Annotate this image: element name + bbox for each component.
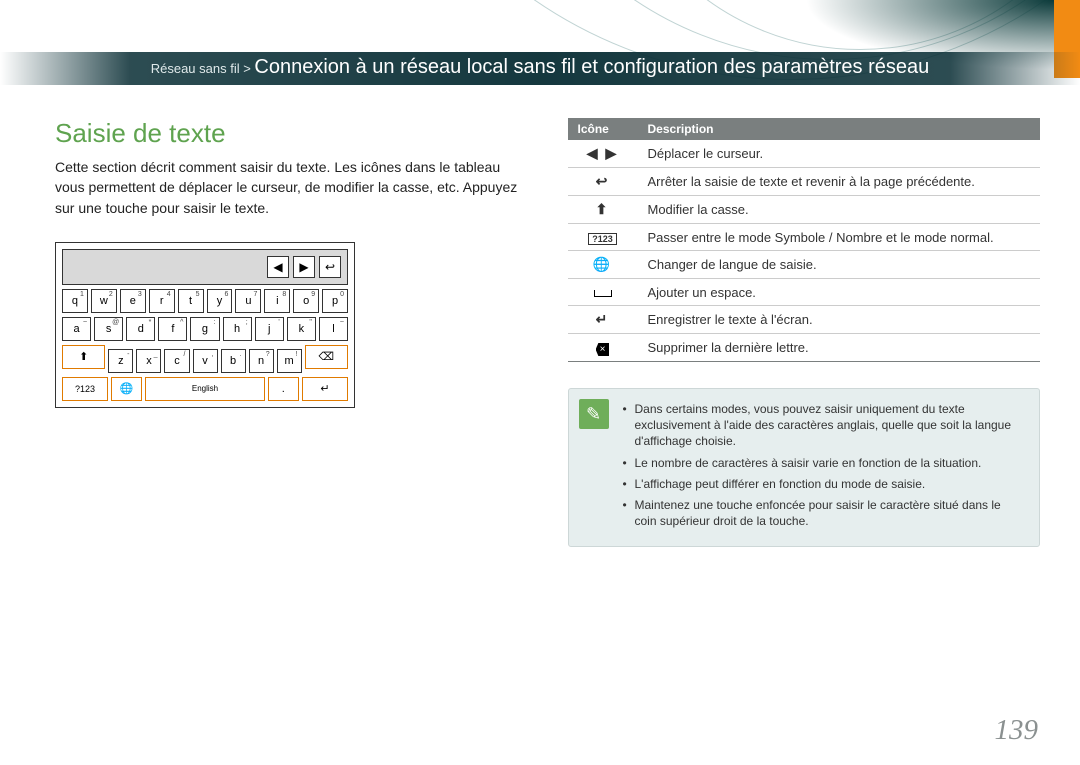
backspace-key: ⌫ — [305, 345, 348, 369]
row-desc: Ajouter un espace. — [638, 279, 1041, 306]
cursor-left-icon: ◀ — [267, 256, 289, 278]
row-icon: 🌐 — [568, 251, 638, 279]
table-header-desc: Description — [638, 118, 1041, 140]
key-t: t5 — [178, 289, 204, 313]
key-i: i8 — [264, 289, 290, 313]
key-d: d* — [126, 317, 155, 341]
keyboard-entry-bar: ◀ ▶ ↩ — [62, 249, 348, 285]
cursor-right-icon: ▶ — [293, 256, 315, 278]
key-w: w2 — [91, 289, 117, 313]
key-z: z- — [108, 349, 133, 373]
note-item: L'affichage peut différer en fonction du… — [623, 476, 1026, 492]
breadcrumb-title: Connexion à un réseau local sans fil et … — [254, 56, 929, 78]
pen-icon: ✎ — [579, 399, 609, 429]
row-desc: Supprimer la dernière lettre. — [638, 334, 1041, 362]
row-icon: ↩ — [568, 168, 638, 196]
row-icon — [568, 279, 638, 306]
key-f: f^ — [158, 317, 187, 341]
key-e: e3 — [120, 289, 146, 313]
table-row: Ajouter un espace. — [568, 279, 1041, 306]
page-number: 139 — [995, 714, 1039, 747]
info-note: ✎ Dans certains modes, vous pouvez saisi… — [568, 388, 1041, 547]
row-icon: ↵ — [568, 306, 638, 334]
row-icon: ◀ ▶ — [568, 140, 638, 168]
table-row: 🌐Changer de langue de saisie. — [568, 251, 1041, 279]
key-g: g: — [190, 317, 219, 341]
intro-text: Cette section décrit comment saisir du t… — [55, 157, 528, 218]
key-j: j' — [255, 317, 284, 341]
key-a: a~ — [62, 317, 91, 341]
row-desc: Déplacer le curseur. — [638, 140, 1041, 168]
key-c: c/ — [164, 349, 189, 373]
note-item: Le nombre de caractères à saisir varie e… — [623, 455, 1026, 471]
key-p: p0 — [322, 289, 348, 313]
globe-key: 🌐 — [111, 377, 142, 401]
key-u: u7 — [235, 289, 261, 313]
table-row: ◀ ▶Déplacer le curseur. — [568, 140, 1041, 168]
key-x: x_ — [136, 349, 161, 373]
row-desc: Passer entre le mode Symbole / Nombre et… — [638, 224, 1041, 251]
section-title: Saisie de texte — [55, 118, 528, 149]
key-n: n? — [249, 349, 274, 373]
note-item: Dans certains modes, vous pouvez saisir … — [623, 401, 1026, 450]
table-header-icon: Icône — [568, 118, 638, 140]
enter-key: ↵ — [302, 377, 348, 401]
table-row: ×Supprimer la dernière lettre. — [568, 334, 1041, 362]
icon-description-table: Icône Description ◀ ▶Déplacer le curseur… — [568, 118, 1041, 362]
key-b: b. — [221, 349, 246, 373]
key-l: l~ — [319, 317, 348, 341]
row-desc: Changer de langue de saisie. — [638, 251, 1041, 279]
table-row: ⬆Modifier la casse. — [568, 196, 1041, 224]
key-h: h; — [223, 317, 252, 341]
breadcrumb-prefix: Réseau sans fil > — [151, 61, 255, 76]
key-k: k" — [287, 317, 316, 341]
dot-key: . — [268, 377, 299, 401]
row-desc: Modifier la casse. — [638, 196, 1041, 224]
mode-key: ?123 — [62, 377, 108, 401]
row-icon: × — [568, 334, 638, 362]
key-v: v, — [193, 349, 218, 373]
note-item: Maintenez une touche enfoncée pour saisi… — [623, 497, 1026, 529]
shift-key: ⬆ — [62, 345, 105, 369]
key-q: q1 — [62, 289, 88, 313]
return-icon: ↩ — [319, 256, 341, 278]
table-row: ↵Enregistrer le texte à l'écran. — [568, 306, 1041, 334]
keyboard-illustration: ◀ ▶ ↩ q1w2e3r4t5y6u7i8o9p0 a~s@d*f^g:h;j… — [55, 242, 355, 408]
key-m: m! — [277, 349, 302, 373]
key-s: s@ — [94, 317, 123, 341]
breadcrumb: Réseau sans fil > Connexion à un réseau … — [0, 52, 1080, 85]
key-r: r4 — [149, 289, 175, 313]
key-y: y6 — [207, 289, 233, 313]
row-desc: Arrêter la saisie de texte et revenir à … — [638, 168, 1041, 196]
row-desc: Enregistrer le texte à l'écran. — [638, 306, 1041, 334]
row-icon: ⬆ — [568, 196, 638, 224]
row-icon: ?123 — [568, 224, 638, 251]
table-row: ↩Arrêter la saisie de texte et revenir à… — [568, 168, 1041, 196]
space-key: English — [145, 377, 264, 401]
key-o: o9 — [293, 289, 319, 313]
table-row: ?123Passer entre le mode Symbole / Nombr… — [568, 224, 1041, 251]
